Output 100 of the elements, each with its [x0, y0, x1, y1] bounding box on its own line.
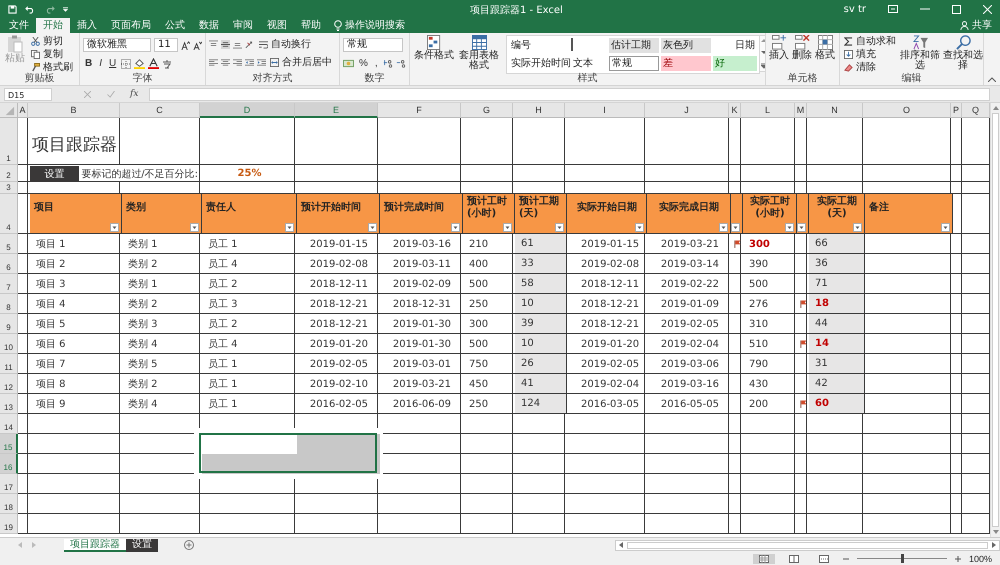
zoom-in-icon[interactable]: [954, 556, 961, 562]
bold-button[interactable]: B: [83, 58, 94, 69]
insert-function-button[interactable]: fx: [127, 89, 142, 99]
autosum-button[interactable]: 自动求和: [843, 35, 897, 47]
ribbon-tab[interactable]: 帮助: [294, 18, 328, 33]
row-header[interactable]: 9: [0, 314, 18, 334]
cell-style[interactable]: 估计工期: [609, 38, 659, 53]
ribbon-tab[interactable]: 文件: [2, 18, 36, 33]
row-header[interactable]: 5: [0, 234, 18, 254]
scroll-thumb[interactable]: [992, 113, 999, 527]
row-header[interactable]: 10: [0, 334, 18, 354]
scroll-down-icon[interactable]: [992, 530, 998, 534]
row-header[interactable]: 18: [0, 494, 18, 514]
scroll-left-icon[interactable]: [619, 542, 623, 548]
column-header[interactable]: G: [461, 103, 513, 118]
font-size-field[interactable]: 11: [154, 38, 178, 52]
column-header[interactable]: L: [741, 103, 795, 118]
row-header[interactable]: 19: [0, 514, 18, 534]
column-header[interactable]: I: [565, 103, 645, 118]
filter-button[interactable]: [555, 223, 564, 232]
customize-icon[interactable]: [63, 6, 68, 12]
ribbon-tab[interactable]: 开始: [36, 18, 70, 33]
filter-button[interactable]: [719, 223, 728, 232]
zoom-level[interactable]: 100%: [968, 554, 992, 564]
borders-icon[interactable]: [121, 58, 132, 68]
ribbon-display-icon[interactable]: [888, 5, 898, 13]
column-header[interactable]: F: [378, 103, 461, 118]
row-header[interactable]: 11: [0, 354, 18, 374]
sheet-tab[interactable]: 设置: [126, 538, 158, 552]
check-icon[interactable]: [107, 90, 115, 98]
normal-view-icon[interactable]: [752, 554, 775, 564]
horizontal-scrollbar[interactable]: [615, 540, 1000, 550]
conditional-format-button[interactable]: 条件格式: [413, 35, 455, 61]
filter-button[interactable]: [785, 223, 794, 232]
cell-style[interactable]: 编号: [509, 38, 569, 53]
insert-cells-button[interactable]: 插入: [769, 35, 789, 61]
filter-button[interactable]: [285, 223, 294, 232]
column-header[interactable]: P: [951, 103, 962, 118]
add-sheet-icon[interactable]: [184, 540, 194, 550]
format-cells-button[interactable]: 格式: [815, 35, 835, 61]
align-top-icon[interactable]: [209, 40, 218, 48]
ribbon-tab[interactable]: 插入: [70, 18, 104, 33]
name-box[interactable]: D15: [4, 88, 52, 100]
filter-button[interactable]: [190, 223, 199, 232]
minimize-icon[interactable]: [920, 8, 930, 10]
format-as-table-button[interactable]: 套用表格格式: [458, 35, 500, 71]
cell-style[interactable]: 好: [713, 56, 757, 71]
filter-button[interactable]: [451, 223, 460, 232]
ribbon-tab[interactable]: 页面布局: [104, 18, 158, 33]
font-color-icon[interactable]: [148, 58, 160, 69]
redo-icon[interactable]: [44, 4, 55, 14]
column-header[interactable]: H: [513, 103, 565, 118]
align-middle-icon[interactable]: [221, 40, 230, 48]
scroll-thumb[interactable]: [627, 542, 988, 548]
shrink-font-icon[interactable]: [193, 40, 202, 50]
row-header[interactable]: 16: [0, 454, 18, 474]
scroll-right-icon[interactable]: [992, 542, 996, 548]
column-header[interactable]: D: [200, 103, 295, 118]
delete-cells-button[interactable]: 删除: [792, 35, 812, 61]
number-format-field[interactable]: 常规: [343, 38, 403, 52]
cell-style[interactable]: 文本: [571, 56, 607, 71]
sort-filter-button[interactable]: 排序和筛选: [900, 35, 940, 71]
cell-style[interactable]: 常规: [609, 56, 659, 71]
formula-input[interactable]: [149, 88, 990, 100]
filter-button[interactable]: [853, 223, 862, 232]
zoom-out-icon[interactable]: [842, 556, 849, 562]
share-button[interactable]: 共享: [972, 18, 992, 33]
filter-button[interactable]: [635, 223, 644, 232]
row-header[interactable]: 8: [0, 294, 18, 314]
merge-center-button[interactable]: 合并后居中: [269, 56, 333, 68]
column-header[interactable]: J: [645, 103, 729, 118]
decrease-indent-icon[interactable]: [245, 58, 254, 66]
decrease-decimal-icon[interactable]: [396, 59, 406, 68]
phonetic-icon[interactable]: [162, 58, 172, 68]
filter-button[interactable]: [368, 223, 377, 232]
cut-button[interactable]: 剪切: [30, 35, 74, 47]
increase-indent-icon[interactable]: [257, 58, 266, 66]
cell-style[interactable]: 差: [661, 56, 711, 71]
maximize-icon[interactable]: [952, 4, 961, 14]
ribbon-tab[interactable]: 视图: [260, 18, 294, 33]
filter-button[interactable]: [110, 223, 119, 232]
close-icon[interactable]: [983, 4, 992, 14]
row-header[interactable]: 17: [0, 474, 18, 494]
increase-decimal-icon[interactable]: [382, 59, 393, 68]
cell-style[interactable]: 灰色列: [661, 38, 711, 53]
grow-font-icon[interactable]: [181, 40, 190, 50]
comma-button[interactable]: ,: [372, 58, 380, 69]
column-header[interactable]: B: [28, 103, 120, 118]
row-header[interactable]: 2: [0, 165, 18, 182]
font-name-field[interactable]: 微软雅黑: [83, 38, 151, 52]
align-right-icon[interactable]: [233, 58, 242, 66]
tell-me-search[interactable]: 操作说明搜索: [345, 18, 405, 33]
user-name[interactable]: sv tr: [844, 4, 866, 14]
orientation-icon[interactable]: [245, 40, 255, 48]
filter-button[interactable]: [941, 223, 950, 232]
sheet-tab[interactable]: 项目跟踪器: [64, 538, 126, 552]
format-painter-button[interactable]: 格式刷: [30, 61, 74, 73]
column-header[interactable]: O: [863, 103, 951, 118]
ribbon-tab[interactable]: 审阅: [226, 18, 260, 33]
cell-style[interactable]: 实际开始时间: [509, 56, 569, 71]
